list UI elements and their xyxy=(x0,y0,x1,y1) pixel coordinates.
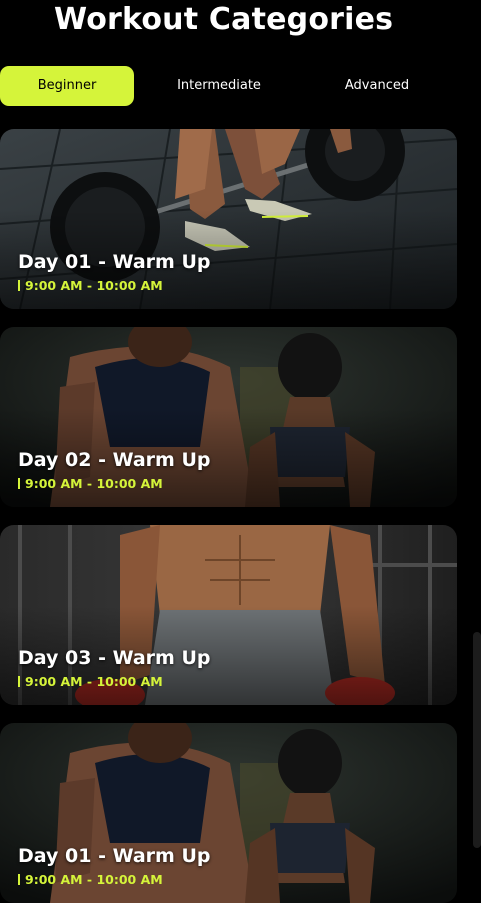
workout-card-day-01-repeat[interactable]: Day 01 - Warm Up 9:00 AM - 10:00 AM xyxy=(0,723,457,903)
workout-card-text: Day 01 - Warm Up 9:00 AM - 10:00 AM xyxy=(18,845,210,887)
workout-time: 9:00 AM - 10:00 AM xyxy=(18,674,210,689)
workout-title: Day 03 - Warm Up xyxy=(18,647,211,669)
workout-time: 9:00 AM - 10:00 AM xyxy=(18,872,210,887)
workout-card-text: Day 01 - Warm Up 9:00 AM - 10:00 AM xyxy=(18,251,210,293)
workout-card-day-03[interactable]: Day 03 - Warm Up 9:00 AM - 10:00 AM xyxy=(0,525,457,705)
workout-time-label: 9:00 AM - 10:00 AM xyxy=(25,476,163,491)
vertical-bar-icon xyxy=(18,478,20,489)
tab-intermediate[interactable]: Intermediate xyxy=(152,66,286,106)
tab-advanced[interactable]: Advanced xyxy=(310,66,444,106)
workout-card-text: Day 03 - Warm Up 9:00 AM - 10:00 AM xyxy=(18,647,210,689)
vertical-bar-icon xyxy=(18,280,20,291)
workout-title: Day 02 - Warm Up xyxy=(18,449,211,471)
workout-card-day-02[interactable]: Day 02 - Warm Up 9:00 AM - 10:00 AM xyxy=(0,327,457,507)
vertical-bar-icon xyxy=(18,676,20,687)
workout-time-label: 9:00 AM - 10:00 AM xyxy=(25,278,163,293)
workout-time-label: 9:00 AM - 10:00 AM xyxy=(25,872,163,887)
workout-time-label: 9:00 AM - 10:00 AM xyxy=(25,674,163,689)
scrollbar[interactable] xyxy=(473,632,481,848)
workout-title: Day 01 - Warm Up xyxy=(18,251,211,273)
workout-title: Day 01 - Warm Up xyxy=(18,845,211,867)
workout-card-text: Day 02 - Warm Up 9:00 AM - 10:00 AM xyxy=(18,449,210,491)
workout-time: 9:00 AM - 10:00 AM xyxy=(18,476,210,491)
workout-time: 9:00 AM - 10:00 AM xyxy=(18,278,210,293)
workout-card-day-01[interactable]: Day 01 - Warm Up 9:00 AM - 10:00 AM xyxy=(0,129,457,309)
vertical-bar-icon xyxy=(18,874,20,885)
page-title: Workout Categories xyxy=(54,2,394,37)
category-tabs: Beginner Intermediate Advanced xyxy=(0,66,448,106)
tab-beginner[interactable]: Beginner xyxy=(0,66,134,106)
